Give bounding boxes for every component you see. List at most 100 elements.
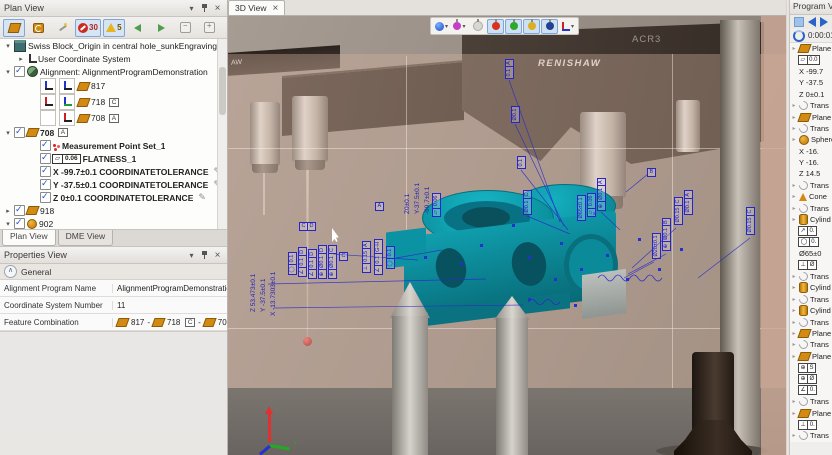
section-general[interactable]: General (0, 264, 227, 280)
expander-icon[interactable]: ▸ (791, 353, 797, 360)
step-back-button[interactable] (808, 17, 816, 27)
play-button[interactable] (820, 17, 828, 27)
program-row[interactable]: ∠0. (790, 385, 832, 396)
tree-row[interactable]: 718C (0, 94, 227, 110)
axes-box[interactable] (59, 110, 75, 126)
program-row[interactable]: ▸Cone (790, 191, 832, 202)
pin-icon[interactable] (199, 3, 210, 14)
tree-row[interactable]: Measurement Point Set_1 (0, 139, 227, 152)
stop-button[interactable] (794, 17, 804, 27)
expander-icon[interactable]: ▸ (791, 125, 797, 132)
tree-row[interactable]: ▾902 (0, 217, 227, 230)
tab-dme-view[interactable]: DME View (58, 230, 114, 246)
program-row[interactable]: ▸Trans (790, 123, 832, 134)
expander-icon[interactable]: ▸ (791, 398, 797, 405)
program-row[interactable]: ◯0. (790, 237, 832, 248)
features-button[interactable] (3, 19, 25, 37)
checkbox[interactable] (40, 153, 51, 164)
probe-ghost-button[interactable] (469, 19, 486, 34)
expander-icon[interactable]: ▸ (791, 410, 797, 417)
alignment-program-name-field[interactable]: AlignmentProgramDemonstration (113, 284, 227, 293)
program-row[interactable]: ▸Trans (790, 396, 832, 407)
tree-row[interactable]: ▾708A (0, 126, 227, 139)
expander-icon[interactable]: ▸ (17, 55, 25, 63)
checkbox[interactable] (14, 127, 25, 138)
scrollbar-thumb[interactable] (219, 67, 226, 115)
3d-scene[interactable]: AW RENISHAW ACR3 (228, 16, 786, 455)
expander-icon[interactable]: ▸ (791, 136, 797, 143)
expander-icon[interactable]: ▸ (791, 182, 797, 189)
axes-box[interactable] (59, 94, 75, 110)
program-row[interactable]: ⊕Ø (790, 373, 832, 384)
program-row[interactable]: ▸Trans (790, 100, 832, 111)
tree-row[interactable]: 708A (0, 110, 227, 126)
dropdown-caret-icon[interactable]: ▾ (445, 23, 448, 30)
expand-all-button[interactable] (199, 19, 221, 37)
expander-icon[interactable]: ▾ (4, 42, 12, 50)
program-row[interactable]: Y -16. (790, 157, 832, 168)
tree-row[interactable]: ▾Alignment: AlignmentProgramDemonstratio… (0, 65, 227, 78)
program-row[interactable]: ▸Cylind (790, 282, 832, 293)
dropdown-caret-icon[interactable]: ▾ (462, 23, 465, 30)
collapse-chevron-icon[interactable] (4, 265, 17, 278)
error-filter-button[interactable]: 30 (75, 19, 101, 37)
program-row[interactable]: ▸Plane (790, 408, 832, 419)
collapse-all-button[interactable] (175, 19, 197, 37)
expander-icon[interactable]: ▸ (791, 273, 797, 280)
probe-yellow-button[interactable] (523, 19, 540, 34)
arrow-prev-button[interactable] (127, 19, 149, 37)
tree-row[interactable]: ▸User Coordinate System (0, 52, 227, 65)
warning-filter-button[interactable]: 5 (103, 19, 125, 37)
expander-icon[interactable]: ▸ (791, 205, 797, 212)
expander-icon[interactable]: ▸ (791, 216, 797, 223)
plan-tree[interactable]: ▾Swiss Block_Origin in central hole_sunk… (0, 39, 227, 230)
tree-scrollbar[interactable] (217, 39, 227, 229)
axes-button[interactable]: ▾ (559, 19, 576, 34)
tree-row[interactable]: 817 (0, 78, 227, 94)
close-icon[interactable] (212, 3, 223, 14)
program-row[interactable]: ⊥Ø (790, 259, 832, 270)
checkbox[interactable] (40, 179, 51, 190)
panel-menu-icon[interactable] (186, 250, 197, 261)
probe-green-button[interactable] (505, 19, 522, 34)
expander-icon[interactable]: ▸ (791, 193, 797, 200)
tab-plan-view[interactable]: Plan View (2, 230, 56, 246)
program-row[interactable]: ▸Trans (790, 316, 832, 327)
axes-box[interactable] (40, 110, 56, 126)
close-tab-icon[interactable] (273, 3, 279, 14)
panel-menu-icon[interactable] (186, 3, 197, 14)
program-row[interactable]: ▸Sphere (790, 134, 832, 145)
expander-icon[interactable]: ▸ (791, 284, 797, 291)
checkbox[interactable] (14, 218, 25, 229)
expander-icon[interactable]: ▸ (4, 207, 12, 215)
expander-icon[interactable]: ▸ (791, 341, 797, 348)
program-row[interactable]: ▸Trans (790, 430, 832, 441)
tree-row[interactable]: X -99.7±0.1 COORDINATETOLERANCE✎ (0, 165, 227, 178)
expander-icon[interactable]: ▸ (791, 45, 797, 52)
tab-3d-view[interactable]: 3D View (228, 0, 285, 15)
program-row[interactable]: ▸Plane (790, 43, 832, 54)
expander-icon[interactable]: ▸ (791, 296, 797, 303)
axes-box[interactable] (40, 78, 56, 94)
program-row[interactable]: ⊕S (790, 362, 832, 373)
probe-red-button[interactable] (487, 19, 504, 34)
arrow-next-button[interactable] (151, 19, 173, 37)
expander-icon[interactable]: ▾ (4, 129, 12, 137)
expander-icon[interactable]: ▸ (791, 330, 797, 337)
tree-row[interactable]: Y -37.5±0.1 COORDINATETOLERANCE✎ (0, 178, 227, 191)
program-row[interactable]: X -16. (790, 146, 832, 157)
rotate-button[interactable] (27, 19, 49, 37)
tree-row[interactable]: Z 0±0.1 COORDINATETOLERANCE✎ (0, 191, 227, 204)
program-row[interactable]: ▸Plane (790, 111, 832, 122)
program-row[interactable]: X -99.7 (790, 66, 832, 77)
program-row[interactable]: ▸Trans (790, 271, 832, 282)
wand-button[interactable] (51, 19, 73, 37)
tree-row[interactable]: ▾Swiss Block_Origin in central hole_sunk… (0, 39, 227, 52)
tree-row[interactable]: ▸918 (0, 204, 227, 217)
pin-icon[interactable] (199, 250, 210, 261)
checkbox[interactable] (40, 192, 51, 203)
expander-icon[interactable]: ▸ (791, 102, 797, 109)
program-row[interactable]: ▸Trans (790, 339, 832, 350)
program-row[interactable]: ▸Plane (790, 328, 832, 339)
view-sphere-button[interactable]: ▾ (433, 19, 450, 34)
